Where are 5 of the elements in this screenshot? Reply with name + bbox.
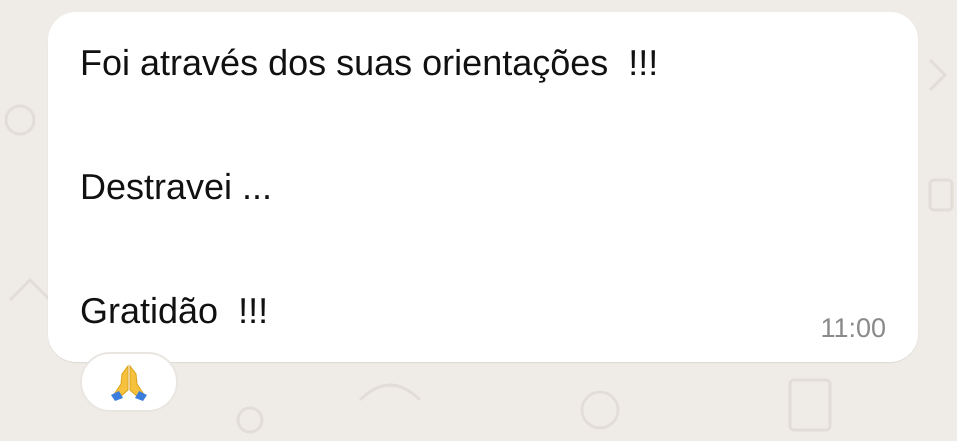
message-text: Gratidão !!!: [80, 289, 270, 333]
praying-hands-icon: [109, 362, 149, 402]
message-text: Foi através dos suas orientações !!!: [80, 41, 658, 85]
message-text: Destravei ...: [80, 165, 274, 209]
message-time: 11:00: [820, 312, 886, 345]
